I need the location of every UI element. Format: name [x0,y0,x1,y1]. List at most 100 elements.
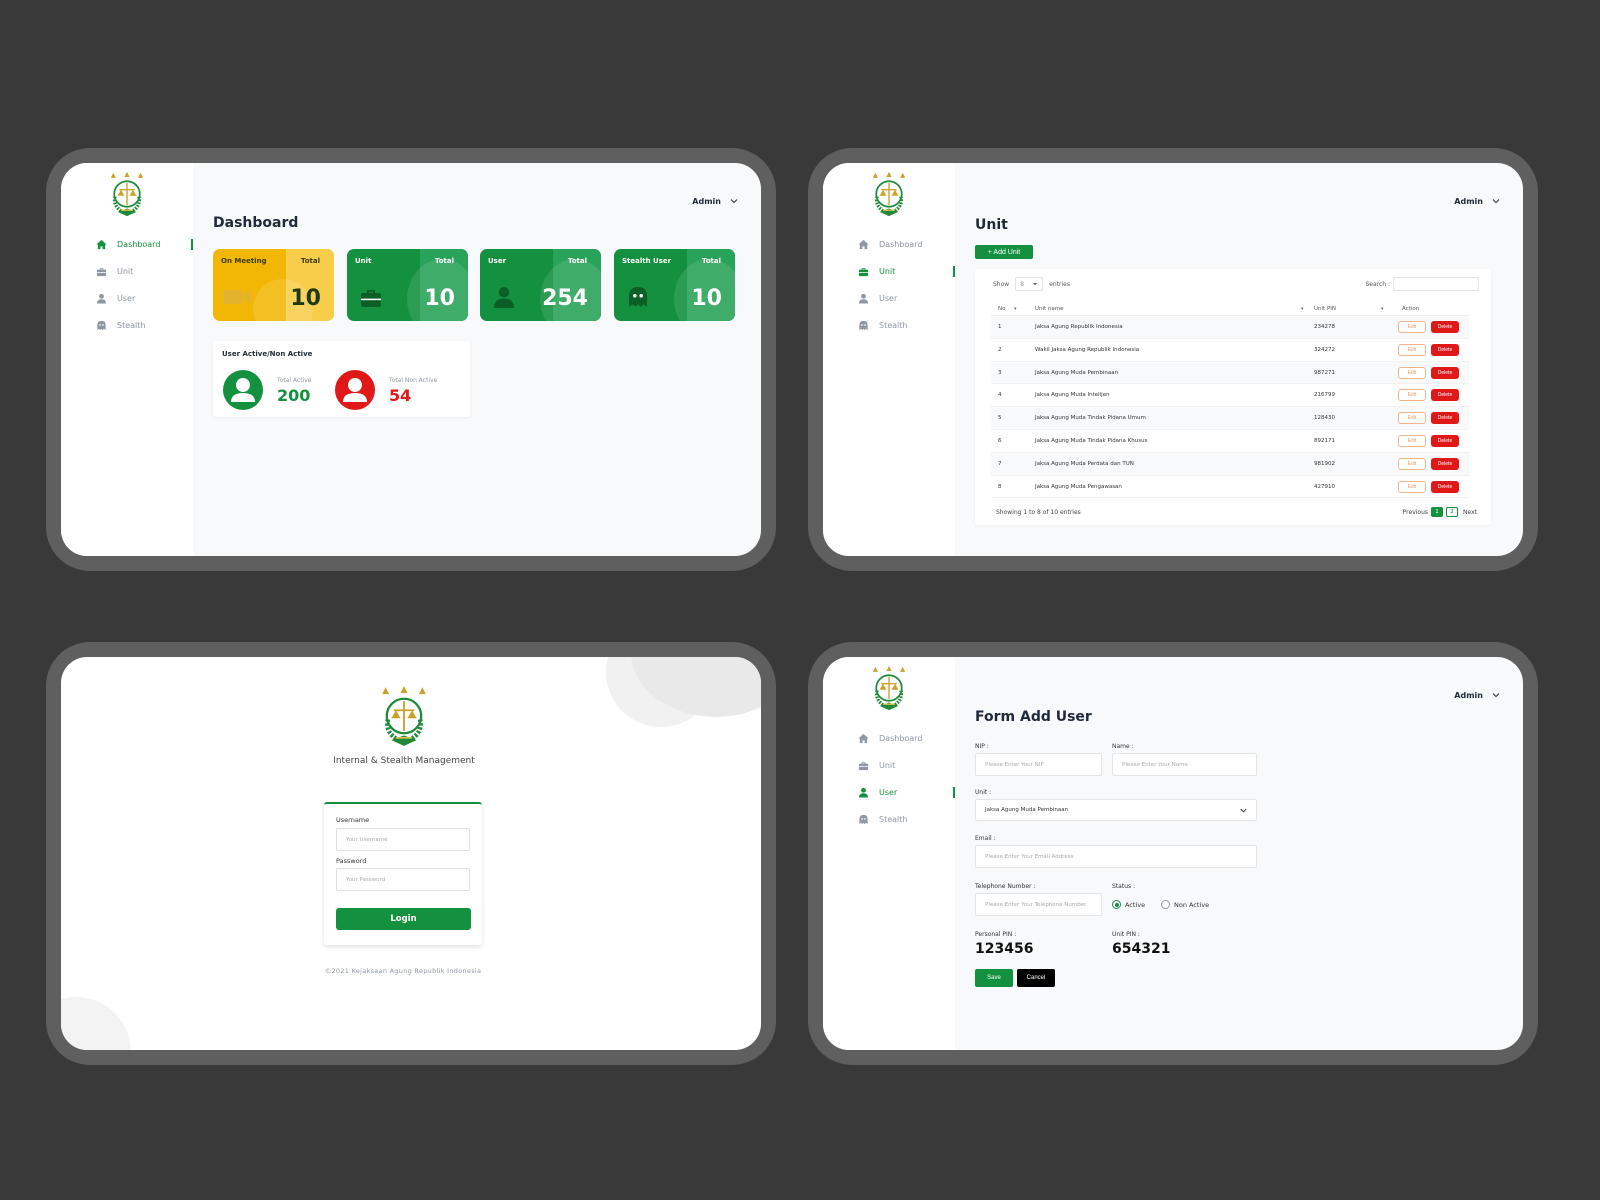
save-button[interactable]: Save [975,969,1013,987]
sidebar-item-dashboard[interactable]: Dashboard [823,231,955,258]
delete-button[interactable]: Delete [1431,321,1459,333]
admin-menu[interactable]: Admin [692,196,739,206]
username-input[interactable] [336,828,470,851]
emblem-logo [375,685,433,747]
unit-select[interactable]: Jaksa Agung Muda Pembinaan [975,799,1257,821]
active-users-stat: Total Active 200 [223,370,333,410]
cell-unit-name: Jaksa Agung Muda Pembinaan [1035,369,1119,376]
sidebar-item-user[interactable]: User [823,285,955,312]
sidebar-item-user[interactable]: User [823,779,955,806]
add-unit-button[interactable]: + Add Unit [975,245,1033,259]
sidebar-item-unit[interactable]: Unit [823,752,955,779]
cell-unit-name: Jaksa Agung Republik Indonesia [1035,324,1123,330]
edit-button[interactable]: Edit [1398,412,1426,425]
nip-input[interactable] [975,753,1102,776]
sidebar-item-stealth[interactable]: Stealth [823,806,955,833]
sidebar-item-label: Dashboard [879,734,923,743]
edit-button[interactable]: Edit [1398,457,1426,470]
stat-card-stealth-user[interactable]: Stealth User Total 10 [614,249,735,321]
card-value: 10 [424,286,455,311]
table-header: No ▾ Unit name ▾ Unit PIN ▾ Action [991,303,1469,316]
status-radio-non-active[interactable]: Non Active [1161,900,1209,909]
delete-button[interactable]: Delete [1431,389,1459,402]
cell-unit-pin: 128430 [1314,415,1335,422]
card-label: Unit [355,257,372,265]
telephone-input[interactable] [975,893,1102,916]
sort-icon[interactable]: ▾ [1014,306,1017,312]
cell-no: 2 [998,346,1002,353]
column-header-no[interactable]: No [998,306,1005,312]
sidebar-item-unit[interactable]: Unit [61,258,193,285]
card-total-label: Total [701,257,721,265]
sidebar-item-dashboard[interactable]: Dashboard [61,231,193,258]
briefcase-icon [857,266,869,278]
edit-button[interactable]: Edit [1398,480,1426,493]
pager-next[interactable]: Next [1463,509,1477,516]
background-decoration [61,997,131,1050]
device-frame-unit: Dashboard Unit User Stealth Admin Unit +… [808,148,1538,571]
pager-previous[interactable]: Previous [1403,509,1428,516]
cancel-button[interactable]: Cancel [1017,969,1055,987]
pager-page-2[interactable]: 2 [1446,507,1459,517]
column-header-unit-name[interactable]: Unit name [1035,306,1064,312]
cell-unit-name: Jaksa Agung Muda Perdata dan TUN [1035,460,1134,467]
sidebar-item-stealth[interactable]: Stealth [61,312,193,339]
cell-unit-pin: 216799 [1314,392,1335,399]
entries-select[interactable]: 8 [1015,277,1044,291]
radio-button[interactable] [1161,900,1170,909]
edit-button[interactable]: Edit [1398,321,1426,333]
column-header-unit-pin[interactable]: Unit PIN [1314,306,1336,312]
status-radio-active[interactable]: Active [1112,900,1145,909]
pager-page-1[interactable]: 1 [1431,507,1444,517]
cell-unit-pin: 427910 [1314,483,1335,490]
name-input[interactable] [1112,753,1257,776]
edit-button[interactable]: Edit [1398,389,1426,402]
login-button[interactable]: Login [336,908,471,930]
delete-button[interactable]: Delete [1431,343,1459,356]
admin-menu[interactable]: Admin [1454,196,1501,206]
admin-menu[interactable]: Admin [1454,690,1501,700]
stat-card-user[interactable]: User Total 254 [480,249,601,321]
card-label: User [488,257,507,265]
panel-title: User Active/Non Active [222,350,313,358]
sort-icon[interactable]: ▾ [1301,306,1304,312]
delete-button[interactable]: Delete [1431,366,1459,379]
radio-button[interactable] [1112,900,1121,909]
search-label: Search : [1365,280,1390,288]
edit-button[interactable]: Edit [1398,434,1426,447]
table-row: 7 Jaksa Agung Muda Perdata dan TUN 98190… [991,452,1469,476]
sidebar-item-label: User [117,294,136,303]
password-input[interactable] [336,868,470,891]
sort-icon[interactable]: ▾ [1381,306,1384,312]
page-title: Form Add User [975,709,1092,725]
login-card: Username Password Login [324,802,482,945]
sidebar-item-dashboard[interactable]: Dashboard [823,725,955,752]
sidebar-item-label: User [879,788,898,797]
delete-button[interactable]: Delete [1431,480,1459,493]
delete-button[interactable]: Delete [1431,434,1459,447]
unit-pin-label: Unit PIN : [1112,931,1140,938]
personal-pin-value: 123456 [975,941,1034,957]
dashboard-screen: Dashboard Unit User Stealth Admin Dashbo… [61,163,761,556]
cell-unit-name: Wakil Jaksa Agung Republik Indonesia [1035,346,1140,353]
card-value: 254 [542,286,588,311]
sidebar-item-label: Dashboard [117,240,161,249]
sidebar-item-unit[interactable]: Unit [823,258,955,285]
home-icon [857,733,869,745]
stat-card-unit[interactable]: Unit Total 10 [347,249,468,321]
edit-button[interactable]: Edit [1398,366,1426,379]
email-input[interactable] [975,845,1257,868]
ghost-icon [857,320,869,332]
active-user-icon [223,370,263,410]
table-row: 4 Jaksa Agung Muda Intelijen 216799 Edit… [991,384,1469,408]
video-camera-icon [222,285,252,309]
sidebar-item-stealth[interactable]: Stealth [823,312,955,339]
stat-card-on-meeting[interactable]: On Meeting Total 10 [213,249,334,321]
table-row: 1 Jaksa Agung Republik Indonesia 234278 … [991,316,1469,339]
sidebar-item-user[interactable]: User [61,285,193,312]
edit-button[interactable]: Edit [1398,343,1426,356]
ghost-icon [95,320,107,332]
delete-button[interactable]: Delete [1431,412,1459,425]
search-input[interactable] [1393,277,1479,291]
delete-button[interactable]: Delete [1431,457,1459,470]
